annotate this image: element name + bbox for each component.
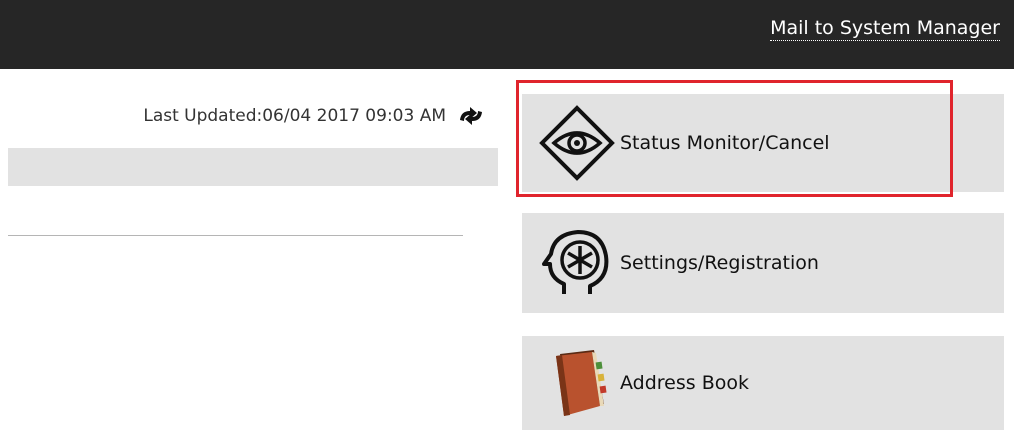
- settings-registration-button[interactable]: Settings/Registration: [522, 213, 1004, 313]
- remote-ui-page: Mail to System Manager Last Updated:06/0…: [0, 0, 1014, 430]
- status-band: [8, 148, 498, 186]
- refresh-icon[interactable]: [456, 104, 486, 128]
- address-book-label: Address Book: [620, 372, 749, 394]
- address-book-icon: [538, 344, 616, 422]
- divider: [8, 235, 463, 236]
- eye-diamond-icon: [538, 104, 616, 182]
- mail-to-system-manager-link[interactable]: Mail to System Manager: [770, 17, 1000, 41]
- last-updated-text: Last Updated:06/04 2017 09:03 AM: [143, 106, 446, 126]
- settings-head-icon: [538, 224, 616, 302]
- address-book-button[interactable]: Address Book: [522, 336, 1004, 430]
- top-bar: Mail to System Manager: [0, 0, 1014, 69]
- settings-registration-label: Settings/Registration: [620, 252, 819, 274]
- status-monitor-cancel-label: Status Monitor/Cancel: [620, 132, 830, 154]
- last-updated-row: Last Updated:06/04 2017 09:03 AM: [0, 104, 486, 128]
- status-monitor-cancel-button[interactable]: Status Monitor/Cancel: [522, 94, 1004, 192]
